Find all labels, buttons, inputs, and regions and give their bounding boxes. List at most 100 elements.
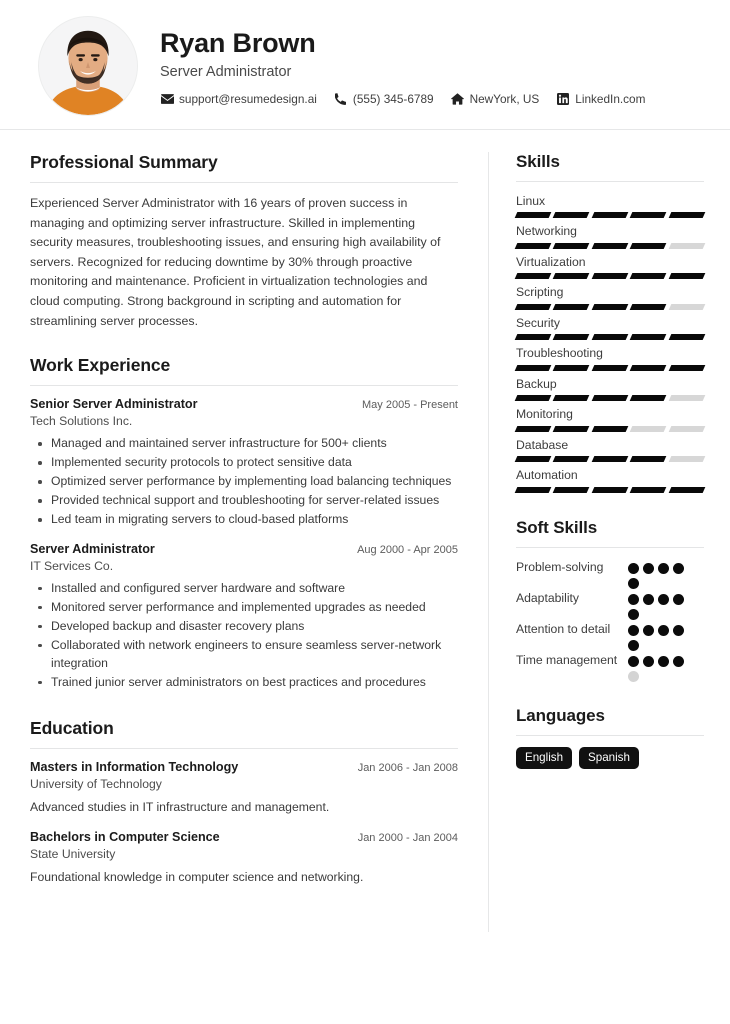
soft-skill-row: Attention to detail <box>516 621 704 651</box>
contact-location[interactable]: NewYork, US <box>451 92 539 106</box>
skill-segment <box>629 364 667 371</box>
skill-segment <box>591 212 629 219</box>
skill-segment <box>591 242 629 249</box>
contact-list: support@resumedesign.ai (555) 345-6789 N… <box>160 92 662 106</box>
experience-bullet-list: Managed and maintained server infrastruc… <box>30 435 458 529</box>
experience-role: Server Administrator <box>30 541 155 556</box>
skill-segment <box>629 486 667 493</box>
soft-skill-row: Time management <box>516 652 704 682</box>
soft-skill-dot <box>658 624 669 636</box>
soft-skill-dot <box>643 655 654 667</box>
page-title: Ryan Brown <box>160 27 316 58</box>
skill-row: Security <box>514 315 706 341</box>
section-title-education: Education <box>30 718 114 739</box>
skill-row: Networking <box>514 223 706 249</box>
skill-segment <box>591 425 629 432</box>
soft-skill-row: Adaptability <box>516 590 704 620</box>
phone-icon <box>334 93 348 106</box>
section-skills: Skills Linux Networking Virtualization S… <box>514 152 706 493</box>
experience-bullet: Optimized server performance by implemen… <box>38 473 458 491</box>
skill-level-bar <box>514 303 706 310</box>
skill-segment <box>514 273 552 280</box>
skill-segment <box>668 364 706 371</box>
skill-segment <box>668 456 706 463</box>
skill-label: Troubleshooting <box>516 346 603 361</box>
section-languages: Languages English Spanish <box>516 706 704 770</box>
section-soft-skills: Soft Skills Problem-solving Adaptability… <box>516 518 704 682</box>
divider <box>516 181 704 182</box>
soft-skill-level <box>628 652 692 682</box>
experience-company: IT Services Co. <box>30 558 114 573</box>
experience-bullet: Implemented security protocols to protec… <box>38 454 458 472</box>
education-school: State University <box>30 847 116 862</box>
contact-email[interactable]: support@resumedesign.ai <box>160 92 317 106</box>
contact-phone[interactable]: (555) 345-6789 <box>334 92 434 106</box>
skill-segment <box>629 395 667 402</box>
skill-segment <box>553 212 591 219</box>
experience-entry-header: Senior Server Administrator May 2005 - P… <box>30 397 458 411</box>
education-school: University of Technology <box>30 777 162 792</box>
section-work-experience: Work Experience Senior Server Administra… <box>30 355 458 691</box>
skill-level-bar <box>514 242 706 249</box>
education-degree: Bachelors in Computer Science <box>30 830 220 845</box>
experience-bullet: Collaborated with network engineers to e… <box>38 637 458 673</box>
soft-skill-dot <box>658 593 669 605</box>
section-education: Education Masters in Information Technol… <box>30 718 458 886</box>
soft-skill-label: Time management <box>516 652 618 667</box>
section-professional-summary: Professional Summary Experienced Server … <box>30 152 458 331</box>
soft-skill-label: Problem-solving <box>516 559 604 574</box>
soft-skill-dot <box>643 593 654 605</box>
main-column: Professional Summary Experienced Server … <box>0 130 488 920</box>
skill-label: Scripting <box>516 285 564 300</box>
soft-skill-dot <box>628 608 639 620</box>
skill-row: Automation <box>514 467 706 493</box>
soft-skill-dot <box>673 593 684 605</box>
skill-segment <box>668 212 706 219</box>
skill-label: Security <box>516 315 561 330</box>
skill-segment <box>553 273 591 280</box>
section-title-soft-skills: Soft Skills <box>516 517 598 537</box>
experience-bullet: Provided technical support and troublesh… <box>38 492 458 510</box>
education-description: Foundational knowledge in computer scien… <box>30 870 364 885</box>
language-tag[interactable]: Spanish <box>579 746 639 770</box>
skill-segment <box>514 395 552 402</box>
skill-level-bar <box>514 334 706 341</box>
skill-row: Troubleshooting <box>514 345 706 371</box>
contact-linkedin[interactable]: LinkedIn.com <box>556 92 645 106</box>
experience-bullet: Managed and maintained server infrastruc… <box>38 435 458 453</box>
experience-entry: Senior Server Administrator May 2005 - P… <box>30 397 458 529</box>
experience-bullet: Installed and configured server hardware… <box>38 580 458 598</box>
skill-label: Monitoring <box>516 407 573 422</box>
skill-level-bar <box>514 364 706 371</box>
soft-skill-dot <box>628 655 639 667</box>
skill-segment <box>629 456 667 463</box>
language-tag[interactable]: English <box>516 746 573 770</box>
section-title-skills: Skills <box>516 152 560 171</box>
skill-label: Networking <box>516 224 577 239</box>
skill-segment <box>668 334 706 341</box>
soft-skill-dot <box>643 624 654 636</box>
skill-segment <box>668 273 706 280</box>
skill-segment <box>591 303 629 310</box>
education-entry-header: Masters in Information Technology Jan 20… <box>30 760 458 774</box>
skill-segment <box>553 334 591 341</box>
skill-segment <box>591 456 629 463</box>
experience-entry: Server Administrator Aug 2000 - Apr 2005… <box>30 542 458 692</box>
divider <box>516 546 704 548</box>
skill-segment <box>668 242 706 249</box>
skill-level-bar <box>514 212 706 219</box>
skill-segment <box>553 242 591 249</box>
education-list: Masters in Information Technology Jan 20… <box>30 760 458 886</box>
resume-page: Ryan Brown Server Administrator support@… <box>0 0 730 1024</box>
skills-list: Linux Networking Virtualization Scriptin… <box>514 193 706 493</box>
experience-bullet-list: Installed and configured server hardware… <box>30 580 458 692</box>
soft-skill-label: Adaptability <box>516 590 580 605</box>
education-degree: Masters in Information Technology <box>30 760 239 775</box>
experience-date: Aug 2000 - Apr 2005 <box>357 543 458 556</box>
skill-segment <box>668 303 706 310</box>
experience-bullet: Trained junior server administrators on … <box>38 674 458 692</box>
skill-row: Virtualization <box>514 254 706 280</box>
skill-segment <box>514 486 552 493</box>
education-entry: Bachelors in Computer Science Jan 2000 -… <box>30 830 458 887</box>
skill-segment <box>514 364 552 371</box>
